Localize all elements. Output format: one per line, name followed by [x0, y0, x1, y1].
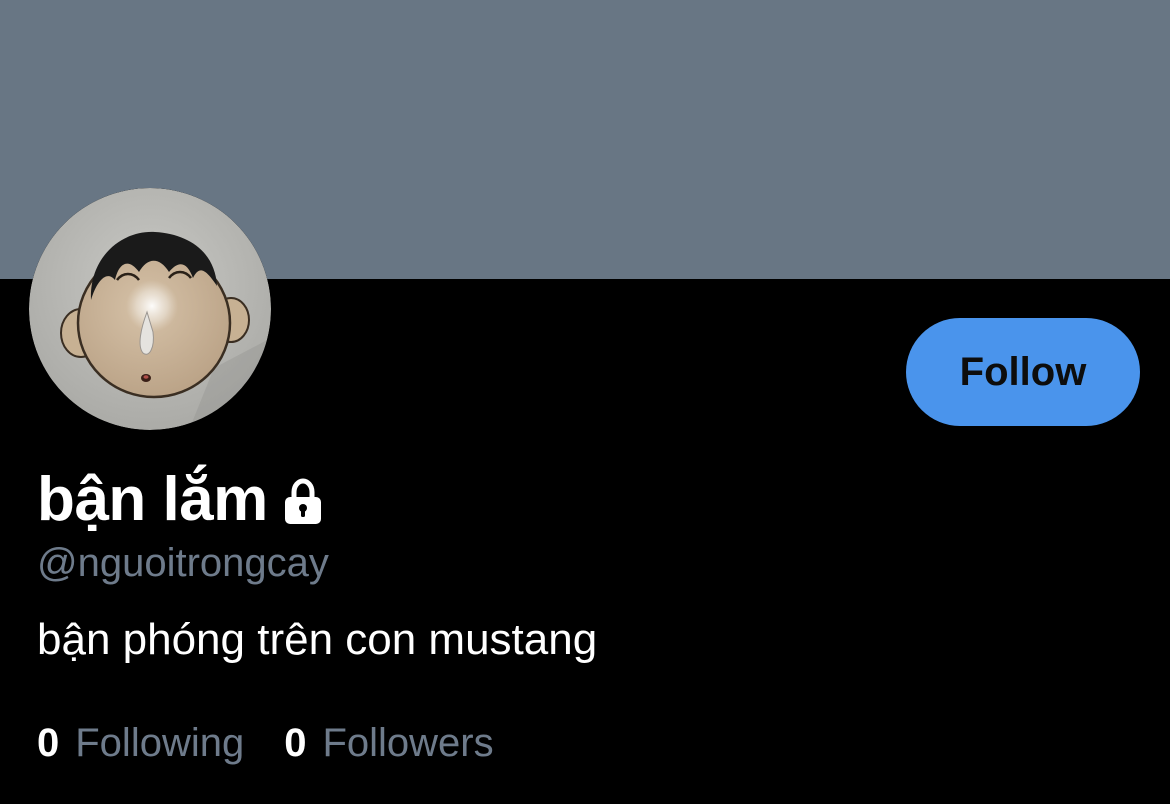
lock-icon — [278, 477, 328, 527]
profile-stats: 0 Following 0 Followers — [37, 716, 494, 770]
cartoon-face-icon — [29, 188, 271, 430]
followers-label: Followers — [322, 721, 494, 765]
following-count: 0 — [37, 721, 60, 765]
profile-bio: bận phóng trên con mustang — [37, 615, 598, 664]
followers-stat[interactable]: 0 Followers — [284, 716, 493, 770]
followers-count: 0 — [284, 721, 307, 765]
display-name: bận lắm — [37, 465, 268, 534]
follow-button[interactable]: Follow — [906, 318, 1140, 426]
profile-handle: @nguoitrongcay — [37, 541, 329, 585]
profile-avatar[interactable] — [29, 188, 271, 430]
following-label: Following — [75, 721, 245, 765]
display-name-row: bận lắm — [37, 462, 328, 538]
profile-page: Follow bận lắm @nguoitrongcay bận phóng … — [0, 0, 1170, 804]
following-stat[interactable]: 0 Following — [37, 716, 244, 770]
